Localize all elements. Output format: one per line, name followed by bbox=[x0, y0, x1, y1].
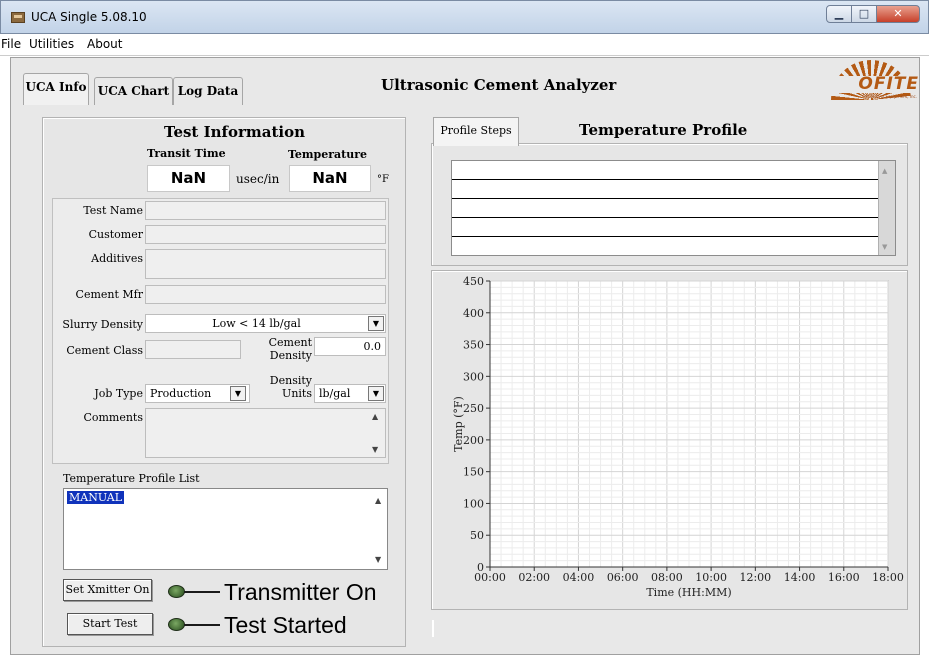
job-type-label: Job Type bbox=[94, 387, 143, 400]
cement-mfr-label: Cement Mfr bbox=[75, 288, 143, 301]
cement-density-label-line2: Density bbox=[269, 349, 312, 362]
table-row bbox=[452, 217, 880, 218]
temperature-chart: 05010015020025030035040045000:00 02:00 04:… bbox=[452, 275, 904, 599]
y-tick-label: 250 bbox=[463, 402, 484, 415]
x-tick-label: 02:00 bbox=[518, 571, 550, 584]
cement-class-field[interactable] bbox=[145, 340, 241, 359]
window-title: UCA Single 5.08.10 bbox=[31, 10, 147, 24]
customer-label: Customer bbox=[88, 228, 143, 241]
comments-scroll-down-icon[interactable]: ▼ bbox=[372, 445, 378, 454]
temperature-profile-list[interactable]: MANUAL ▲ ▼ bbox=[63, 488, 388, 570]
density-units-label-line2: Units bbox=[282, 387, 312, 400]
density-units-label: Density Units bbox=[253, 374, 312, 400]
profile-steps-table[interactable]: ▲ ▼ bbox=[451, 160, 896, 256]
start-test-button[interactable]: Start Test bbox=[67, 613, 153, 635]
y-tick-label: 50 bbox=[470, 529, 484, 542]
logo-tagline: OFI Testing Equipment, Inc. bbox=[862, 94, 917, 99]
x-axis-label: Time (HH:MM) bbox=[646, 586, 731, 599]
tab-log-data[interactable]: Log Data bbox=[173, 77, 243, 105]
window-controls: ▁ □ ✕ bbox=[826, 5, 920, 23]
set-xmitter-on-button[interactable]: Set Xmitter On bbox=[63, 579, 152, 601]
minimize-button[interactable]: ▁ bbox=[826, 5, 852, 23]
test-information-title: Test Information bbox=[164, 123, 305, 141]
cement-density-field[interactable]: 0.0 bbox=[314, 337, 386, 356]
window-titlebar: UCA Single 5.08.10 ▁ □ ✕ bbox=[0, 0, 929, 34]
transit-time-readout: NaN bbox=[147, 165, 230, 192]
temperature-profile-title: Temperature Profile bbox=[579, 121, 748, 139]
transit-time-label: Transit Time bbox=[147, 147, 226, 160]
y-tick-label: 200 bbox=[463, 434, 484, 447]
temperature-profile-list-label: Temperature Profile List bbox=[63, 472, 200, 485]
logo-text: OFITE bbox=[827, 76, 919, 93]
menubar: File Utilities About bbox=[0, 34, 929, 56]
y-tick-label: 100 bbox=[463, 497, 484, 510]
slurry-density-label: Slurry Density bbox=[62, 318, 143, 331]
app-heading: Ultrasonic Cement Analyzer bbox=[381, 76, 617, 94]
cement-class-label: Cement Class bbox=[66, 344, 143, 357]
test-started-indicator: Test Started bbox=[224, 612, 347, 638]
menu-about[interactable]: About bbox=[87, 37, 122, 51]
cement-density-label-line1: Cement bbox=[268, 336, 312, 349]
app-icon bbox=[11, 12, 25, 23]
status-divider bbox=[432, 620, 434, 637]
test-name-field[interactable] bbox=[145, 201, 386, 220]
x-tick-label: 10:00 bbox=[695, 571, 727, 584]
transmitter-led-wire bbox=[184, 591, 220, 593]
x-tick-label: 04:00 bbox=[563, 571, 595, 584]
y-tick-label: 300 bbox=[463, 370, 484, 383]
temperature-unit: °F bbox=[377, 174, 389, 185]
density-units-dropdown-icon[interactable]: ▼ bbox=[368, 386, 384, 401]
x-tick-label: 18:00 bbox=[872, 571, 904, 584]
x-tick-label: 14:00 bbox=[784, 571, 816, 584]
temperature-readout: NaN bbox=[289, 165, 371, 192]
x-tick-label: 06:00 bbox=[607, 571, 639, 584]
menu-utilities[interactable]: Utilities bbox=[29, 37, 74, 51]
test-started-led-icon bbox=[168, 618, 185, 631]
ofite-logo: OFITE OFI Testing Equipment, Inc. bbox=[819, 58, 919, 102]
slurry-density-select[interactable]: Low < 14 lb/gal bbox=[145, 314, 386, 333]
profile-list-item-selected[interactable]: MANUAL bbox=[67, 491, 125, 504]
y-tick-label: 450 bbox=[463, 275, 484, 288]
cement-mfr-field[interactable] bbox=[145, 285, 386, 304]
profile-table-scrollbar[interactable]: ▲ ▼ bbox=[878, 161, 895, 255]
transmitter-on-indicator: Transmitter On bbox=[224, 579, 377, 605]
slurry-density-dropdown-icon[interactable]: ▼ bbox=[368, 316, 384, 331]
additives-field[interactable] bbox=[145, 249, 386, 279]
menu-file[interactable]: File bbox=[1, 37, 21, 51]
y-tick-label: 150 bbox=[463, 466, 484, 479]
y-axis-label: Temp (°F) bbox=[452, 396, 465, 452]
tab-uca-info[interactable]: UCA Info bbox=[23, 73, 89, 105]
x-tick-label: 12:00 bbox=[739, 571, 771, 584]
profile-list-scroll-down-icon[interactable]: ▼ bbox=[375, 555, 381, 564]
y-tick-label: 350 bbox=[463, 339, 484, 352]
temperature-label: Temperature bbox=[288, 148, 368, 161]
close-button[interactable]: ✕ bbox=[876, 5, 920, 23]
temperature-chart-panel: 0 50 100 150 200 250 300 350 400 450 00:00 02:00 04:… bbox=[431, 270, 908, 610]
comments-field[interactable] bbox=[145, 408, 386, 458]
tab-uca-chart[interactable]: UCA Chart bbox=[94, 77, 173, 105]
test-name-label: Test Name bbox=[83, 204, 143, 217]
customer-field[interactable] bbox=[145, 225, 386, 244]
scroll-up-icon[interactable]: ▲ bbox=[882, 167, 887, 175]
density-units-label-line1: Density bbox=[269, 374, 312, 387]
additives-label: Additives bbox=[91, 252, 143, 265]
x-tick-label: 16:00 bbox=[828, 571, 860, 584]
comments-scroll-up-icon[interactable]: ▲ bbox=[372, 412, 378, 421]
job-type-dropdown-icon[interactable]: ▼ bbox=[230, 386, 246, 401]
transmitter-led-icon bbox=[168, 585, 185, 598]
y-tick-label: 400 bbox=[463, 307, 484, 320]
table-row bbox=[452, 236, 880, 237]
profile-list-scroll-up-icon[interactable]: ▲ bbox=[375, 496, 381, 505]
table-row bbox=[452, 198, 880, 199]
maximize-button[interactable]: □ bbox=[851, 5, 877, 23]
scroll-down-icon[interactable]: ▼ bbox=[882, 243, 887, 251]
comments-label: Comments bbox=[83, 411, 143, 424]
table-row bbox=[452, 179, 880, 180]
tab-profile-steps[interactable]: Profile Steps bbox=[433, 117, 519, 146]
x-tick-label: 08:00 bbox=[651, 571, 683, 584]
cement-density-label: Cement Density bbox=[245, 336, 312, 362]
transit-time-unit: usec/in bbox=[236, 172, 280, 186]
test-started-led-wire bbox=[184, 624, 220, 626]
x-tick-label: 00:00 bbox=[474, 571, 506, 584]
